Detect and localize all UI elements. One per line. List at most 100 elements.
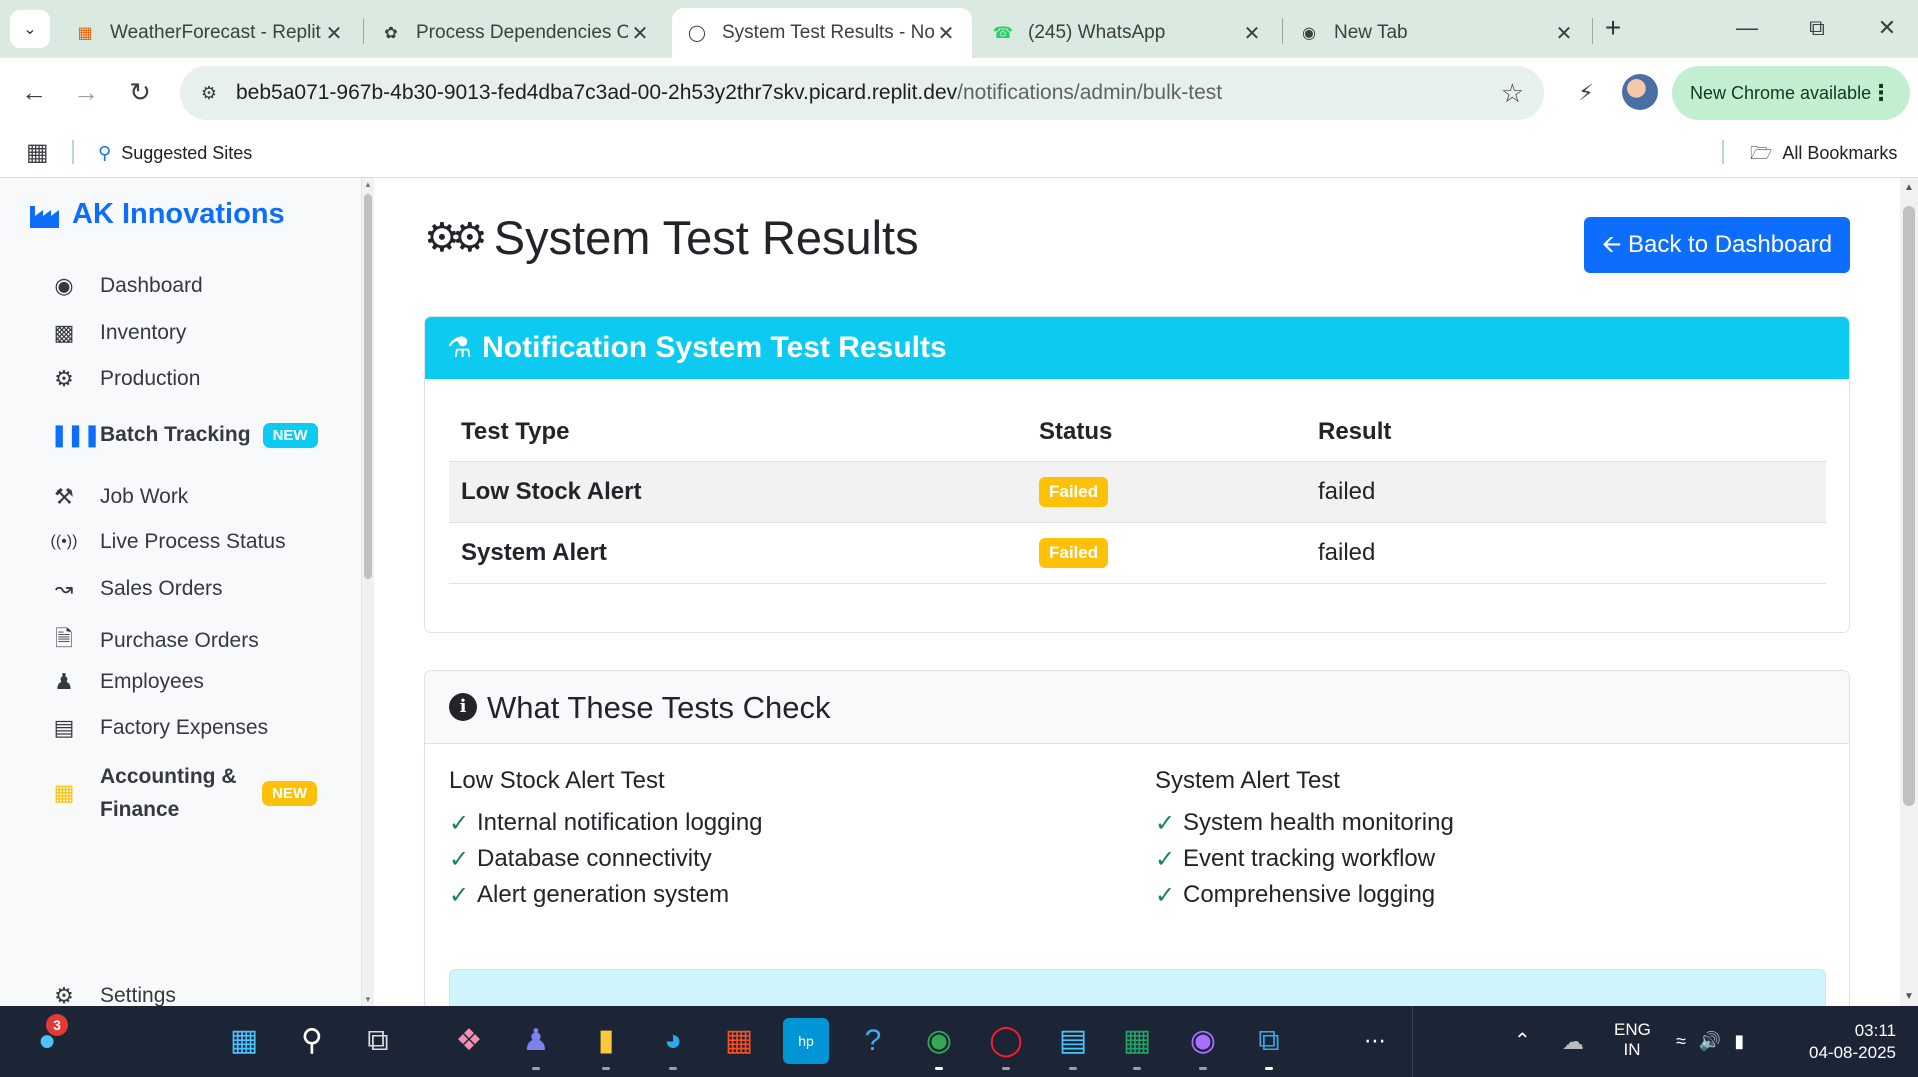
page-scrollbar[interactable]: ▲ ▼ bbox=[1900, 178, 1918, 1006]
arrow-left-icon: 🡨 bbox=[1601, 231, 1622, 258]
sidebar-item-live-process-status[interactable]: ((•)) Live Process Status bbox=[50, 530, 286, 554]
tab-search-button[interactable]: ⌄ bbox=[10, 10, 50, 48]
all-bookmarks-button[interactable]: 🗁 All Bookmarks bbox=[1750, 128, 1897, 178]
close-window-button[interactable]: ✕ bbox=[1862, 10, 1912, 46]
sidebar-item-batch-tracking[interactable]: ❚❚❚ Batch Tracking NEW bbox=[50, 422, 318, 448]
tab-title: System Test Results - Not bbox=[722, 22, 934, 43]
sidebar-item-employees[interactable]: ♟ Employees bbox=[50, 669, 204, 695]
scrollbar-thumb[interactable] bbox=[364, 194, 372, 579]
scroll-down-icon[interactable]: ▼ bbox=[1904, 991, 1914, 1002]
show-hidden-icons-button[interactable]: ⌃ bbox=[1514, 1006, 1531, 1077]
low-stock-test-column: Low Stock Alert Test ✓ Internal notificat… bbox=[449, 767, 763, 913]
scroll-up-icon[interactable]: ▲ bbox=[364, 180, 372, 189]
sidebar-item-accounting-finance[interactable]: ▦ Accounting & Finance NEW bbox=[50, 760, 317, 826]
sidebar-item-dashboard[interactable]: ◉ Dashboard bbox=[50, 273, 202, 299]
sidebar-item-production[interactable]: ⚙ Production bbox=[50, 366, 200, 392]
running-indicator bbox=[935, 1067, 943, 1070]
clock[interactable]: 03:11 04-08-2025 bbox=[1796, 1006, 1896, 1077]
bookmark-star-icon[interactable]: ☆ bbox=[1501, 78, 1524, 109]
opera-button[interactable]: ◯ bbox=[983, 1018, 1029, 1070]
copilot-button[interactable]: ❖ bbox=[446, 1018, 492, 1064]
browser-tab[interactable]: ☎ (245) WhatsApp ✕ bbox=[978, 8, 1278, 58]
apps-grid-icon[interactable]: ▦ bbox=[26, 138, 49, 167]
github-button[interactable]: ◉ bbox=[1180, 1018, 1226, 1070]
volume-icon: 🔊 bbox=[1698, 1031, 1722, 1051]
sidebar-item-job-work[interactable]: ⚒ Job Work bbox=[50, 484, 188, 510]
calculator-icon: ▦ bbox=[53, 780, 75, 805]
new-chrome-available-button[interactable]: New Chrome available ⋮ bbox=[1672, 66, 1910, 120]
back-to-dashboard-button[interactable]: 🡨 Back to Dashboard bbox=[1584, 217, 1850, 273]
new-badge: NEW bbox=[262, 780, 317, 806]
sidebar-scrollbar[interactable]: ▲ ▼ bbox=[362, 178, 374, 1006]
address-bar[interactable]: ⚙ beb5a071-967b-4b30-9013-fed4dba7c3ad-0… bbox=[180, 66, 1544, 120]
speed-icon: ⚡ bbox=[1578, 80, 1594, 105]
plus-icon: + bbox=[1604, 12, 1622, 43]
list-item: ✓ System health monitoring bbox=[1155, 805, 1454, 841]
brand-link[interactable]: AK Innovations bbox=[30, 198, 285, 231]
browser-tab[interactable]: ✿ Process Dependencies O ✕ bbox=[366, 8, 666, 58]
globe-icon: ◯ bbox=[688, 25, 706, 42]
myhp-button[interactable]: hp bbox=[783, 1018, 829, 1064]
tray-separator bbox=[1412, 1006, 1413, 1077]
help-button[interactable]: ? bbox=[850, 1018, 896, 1064]
url-path: /notifications/admin/bulk-test bbox=[957, 81, 1223, 104]
reload-button[interactable]: ↻ bbox=[120, 72, 160, 112]
running-indicator bbox=[1069, 1067, 1077, 1070]
store-icon: ▦ bbox=[724, 1024, 754, 1057]
replit-icon: ▦ bbox=[77, 25, 93, 42]
vscode-button[interactable]: ⧉ bbox=[1246, 1018, 1292, 1070]
back-nav-button[interactable]: ← bbox=[14, 72, 54, 112]
cogs-icon: ⚙ bbox=[54, 366, 74, 391]
new-tab-button[interactable]: + bbox=[1596, 12, 1630, 46]
language-indicator[interactable]: ENG IN bbox=[1614, 1006, 1651, 1077]
file-invoice-icon: 🗎 bbox=[55, 626, 73, 651]
suggested-sites-bookmark[interactable]: ⚲ Suggested Sites bbox=[98, 128, 252, 178]
start-button[interactable]: ▦ bbox=[221, 1018, 267, 1064]
sidebar-item-sales-orders[interactable]: ↝ Sales Orders bbox=[50, 576, 223, 602]
scroll-down-icon[interactable]: ▼ bbox=[364, 995, 372, 1004]
scrollbar-thumb[interactable] bbox=[1903, 206, 1915, 806]
onedrive-button[interactable]: ☁ bbox=[1562, 1006, 1584, 1077]
forward-nav-button[interactable]: → bbox=[66, 72, 106, 112]
sidebar-item-settings[interactable]: ⚙ Settings bbox=[50, 983, 176, 1006]
close-icon[interactable]: ✕ bbox=[1552, 21, 1576, 46]
teams-button[interactable]: ♟ bbox=[513, 1018, 559, 1070]
more-apps-button[interactable]: ⋯ bbox=[1352, 1018, 1398, 1064]
edge-button[interactable]: ◕ bbox=[650, 1018, 696, 1070]
search-button[interactable]: ⚲ bbox=[289, 1018, 335, 1064]
browser-tab[interactable]: ◉ New Tab ✕ bbox=[1284, 8, 1590, 58]
close-icon[interactable]: ✕ bbox=[628, 21, 652, 46]
sidebar-item-factory-expenses[interactable]: ▤ Factory Expenses bbox=[50, 715, 268, 741]
browser-tab-active[interactable]: ◯ System Test Results - Not ✕ bbox=[672, 8, 972, 58]
restore-button[interactable]: ⧉ bbox=[1792, 10, 1842, 46]
site-info-icon[interactable]: ⚙ bbox=[196, 80, 222, 106]
tab-title: WeatherForecast - Replit bbox=[110, 22, 321, 43]
extensions-button[interactable]: ⚡ bbox=[1566, 73, 1606, 113]
list-item: ✓ Comprehensive logging bbox=[1155, 877, 1454, 913]
close-icon[interactable]: ✕ bbox=[322, 21, 346, 46]
file-explorer-button[interactable]: ▮ bbox=[583, 1018, 629, 1070]
card-title: Notification System Test Results bbox=[482, 331, 947, 364]
minimize-button[interactable]: — bbox=[1722, 10, 1772, 46]
task-view-button[interactable]: ⧉ bbox=[355, 1018, 401, 1064]
taskbar: ● 3 ▦ ⚲ ⧉ ❖ ♟ ▮ ◕ ▦ hp ? ◉ ◯ ▤ ▦ ◉ ⧉ ⋯ ⌃… bbox=[0, 1006, 1918, 1077]
store-button[interactable]: ▦ bbox=[716, 1018, 762, 1064]
sidebar-item-purchase-orders[interactable]: 🗎 Purchase Orders bbox=[50, 622, 259, 660]
excel-button[interactable]: ▦ bbox=[1114, 1018, 1160, 1070]
column-header: Test Type bbox=[449, 403, 1027, 462]
notepad-button[interactable]: ▤ bbox=[1050, 1018, 1096, 1070]
column-title: Low Stock Alert Test bbox=[449, 767, 665, 794]
chrome-button[interactable]: ◉ bbox=[916, 1018, 962, 1070]
kebab-menu-icon[interactable]: ⋮ bbox=[1870, 66, 1892, 120]
close-icon[interactable]: ✕ bbox=[1240, 21, 1264, 46]
network-volume-battery-button[interactable]: ≈ 🔊 ▮ bbox=[1676, 1006, 1744, 1077]
scroll-up-icon[interactable]: ▲ bbox=[1904, 182, 1914, 193]
chevron-down-icon: ⌄ bbox=[23, 21, 37, 38]
browser-tab[interactable]: ▦ WeatherForecast - Replit ✕ bbox=[60, 8, 360, 58]
search-icon: ⚲ bbox=[301, 1024, 323, 1057]
sidebar-item-label: Factory Expenses bbox=[100, 716, 269, 739]
profile-avatar[interactable] bbox=[1622, 74, 1658, 110]
test-results-card-header: ⚗ Notification System Test Results bbox=[425, 317, 1849, 379]
close-icon[interactable]: ✕ bbox=[934, 21, 958, 46]
sidebar-item-inventory[interactable]: ▩ Inventory bbox=[50, 320, 187, 346]
